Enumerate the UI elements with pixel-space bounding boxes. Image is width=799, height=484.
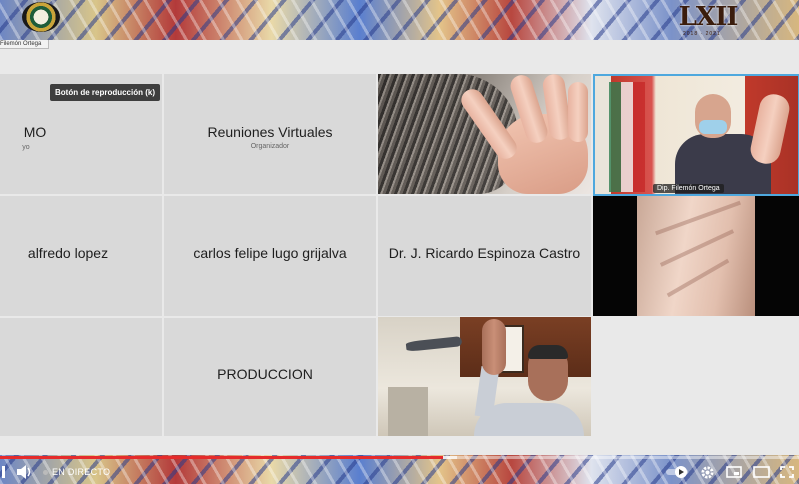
play-pause-icon[interactable] — [0, 462, 8, 482]
tile-ricardo-name: Dr. J. Ricardo Espinoza Castro — [388, 245, 581, 261]
legislature-logo: LXII — [678, 2, 739, 32]
congress-emblem-icon — [22, 2, 60, 32]
tile-ricardo-espinoza: Dr. J. Ricardo Espinoza Castro — [378, 196, 591, 316]
progress-buffer — [443, 456, 458, 459]
progress-bar[interactable] — [0, 456, 799, 459]
tile-reuniones-name: Reuniones Virtuales — [207, 124, 333, 140]
video-player[interactable]: LXII 2018 · 2021 Filemón Ortega MO yo Re… — [0, 0, 799, 484]
settings-icon[interactable] — [697, 462, 717, 482]
tile-mo-sub: yo — [22, 144, 30, 151]
tile-reuniones-sub: Organizador — [250, 143, 290, 150]
theater-mode-icon[interactable] — [750, 462, 772, 482]
tile-empty — [0, 318, 162, 436]
legislature-years: 2018 · 2021 — [683, 31, 721, 37]
tile-carlos-lugo: carlos felipe lugo grijalva — [164, 196, 376, 316]
autoplay-toggle-icon[interactable] — [664, 462, 690, 482]
tile-alfredo-name: alfredo lopez — [27, 245, 109, 261]
live-label[interactable]: EN DIRECTO — [52, 467, 110, 477]
miniplayer-icon[interactable] — [723, 462, 745, 482]
video-hand-closeup — [378, 74, 591, 194]
progress-fill — [0, 456, 444, 459]
tile-produccion-name: PRODUCCION — [217, 366, 313, 382]
tile-reuniones-virtuales: Reuniones Virtuales Organizador — [164, 74, 376, 194]
video-man-raising-hand — [378, 317, 591, 436]
fullscreen-icon[interactable] — [777, 462, 797, 482]
tile-carlos-name: carlos felipe lugo grijalva — [193, 245, 347, 261]
play-button-tooltip: Botón de reproducción (k) — [50, 84, 160, 101]
player-controls: EN DIRECTO — [0, 460, 799, 484]
live-dot-icon — [43, 470, 48, 475]
tile-produccion: PRODUCCION — [164, 318, 376, 436]
tile-blank-right — [593, 318, 799, 436]
video-palm-closeup — [593, 196, 799, 316]
top-banner: LXII 2018 · 2021 — [0, 0, 799, 40]
video-filemon-ortega: Dip. Filemón Ortega — [593, 74, 799, 196]
tile-mo-name: MO — [23, 124, 47, 140]
participant-name-strip: Filemón Ortega — [0, 40, 49, 49]
volume-icon[interactable] — [14, 462, 36, 482]
video-label-filemon: Dip. Filemón Ortega — [653, 184, 724, 193]
meeting-grid: Filemón Ortega MO yo Reuniones Virtuales… — [0, 40, 799, 455]
tile-alfredo-lopez: alfredo lopez — [0, 196, 162, 316]
